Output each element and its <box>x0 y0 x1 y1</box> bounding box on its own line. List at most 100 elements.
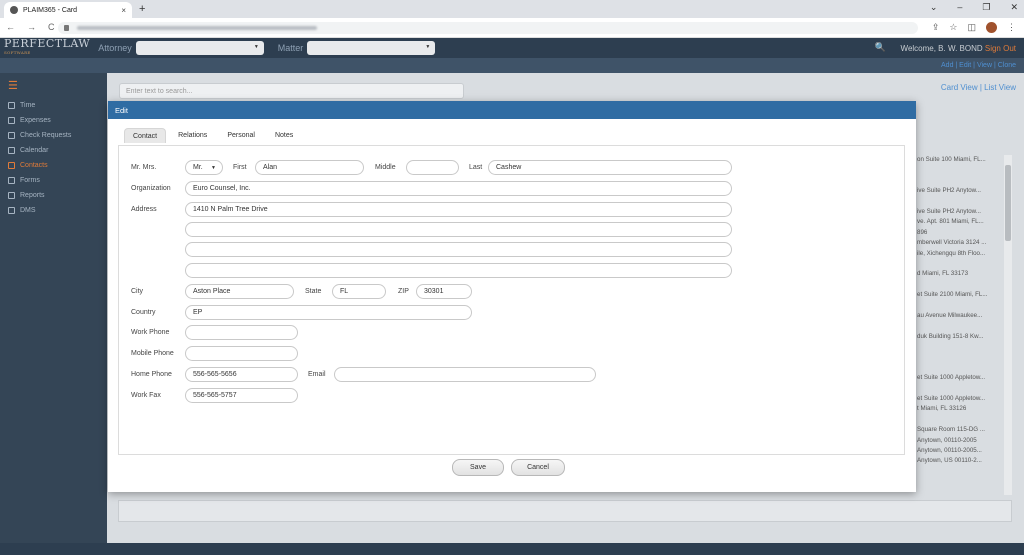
list-item[interactable] <box>916 352 1014 362</box>
list-item[interactable] <box>916 342 1014 352</box>
search-icon[interactable]: 🔍 <box>875 42 886 53</box>
back-button[interactable]: ← <box>6 22 15 32</box>
email-field[interactable] <box>334 367 596 382</box>
list-item[interactable]: ve. Apt. 801 Miami, FL... <box>916 217 1014 227</box>
salutation-select[interactable]: Mr. <box>185 160 223 175</box>
address-label: Address <box>131 206 157 213</box>
organization-field[interactable]: Euro Counsel, Inc. <box>185 181 732 196</box>
minimize-button[interactable]: – <box>957 2 962 13</box>
list-item[interactable] <box>916 280 1014 290</box>
menu-icon[interactable]: ☰ <box>0 73 107 98</box>
welcome-text: Welcome, B. W. BOND Sign Out <box>900 44 1016 53</box>
list-item[interactable]: t Miami, FL 33126 <box>916 404 1014 414</box>
tab-contact[interactable]: Contact <box>124 128 167 143</box>
list-item[interactable] <box>916 363 1014 373</box>
contacts-search-input[interactable]: Enter text to search... <box>119 83 464 99</box>
sidebar-item-contacts[interactable]: Contacts <box>0 158 107 173</box>
list-scrollbar[interactable] <box>1004 155 1012 495</box>
url-text-blurred <box>77 26 317 30</box>
hourglass-icon <box>8 102 15 109</box>
mobile-phone-field[interactable] <box>185 346 298 361</box>
scrollbar-thumb[interactable] <box>1005 165 1011 241</box>
sidebar-item-check-requests[interactable]: Check Requests <box>0 128 107 143</box>
list-item[interactable]: d Miami, FL 33173 <box>916 269 1014 279</box>
address-line-1-field[interactable]: 1410 N Palm Tree Drive <box>185 202 732 217</box>
side-panel-icon[interactable]: ◫ <box>967 22 976 33</box>
list-item[interactable]: ive Suite PH2 Anytow... <box>916 186 1014 196</box>
sidebar-item-time[interactable]: Time <box>0 98 107 113</box>
attorney-label: Attorney <box>98 43 132 53</box>
profile-avatar[interactable] <box>986 22 997 33</box>
attorney-select[interactable] <box>135 41 264 55</box>
list-item[interactable]: 896 <box>916 228 1014 238</box>
list-item[interactable]: Anytown, US 00110-2... <box>916 456 1014 466</box>
list-item[interactable]: Anytown, 00110-2005... <box>916 446 1014 456</box>
forward-button[interactable]: → <box>27 22 36 32</box>
view-toggle-links[interactable]: Card View | List View <box>941 83 1016 92</box>
address-line-3-field[interactable] <box>185 242 732 257</box>
sidebar-item-dms[interactable]: DMS <box>0 203 107 218</box>
list-item[interactable] <box>916 176 1014 186</box>
tab-relations[interactable]: Relations <box>170 128 215 143</box>
last-name-field[interactable]: Cashew <box>488 160 732 175</box>
list-item[interactable]: mberwell Victoria 3124 ... <box>916 238 1014 248</box>
list-item[interactable]: au Avenue Milwaukee... <box>916 311 1014 321</box>
city-field[interactable]: Aston Place <box>185 284 294 299</box>
list-item[interactable]: on Suite 100 Miami, FL... <box>916 155 1014 165</box>
list-item[interactable]: et Suite 1000 Appletow... <box>916 394 1014 404</box>
state-label: State <box>305 288 322 295</box>
address-line-2-field[interactable] <box>185 222 732 237</box>
list-item[interactable]: et Suite 2100 Miami, FL... <box>916 290 1014 300</box>
list-item[interactable]: Anytown, 00110-2005 <box>916 436 1014 446</box>
money-icon <box>8 117 15 124</box>
new-tab-button[interactable]: + <box>139 3 145 15</box>
work-fax-field[interactable]: 556-565-5757 <box>185 388 298 403</box>
url-field[interactable] <box>58 22 918 34</box>
app-header: PERFECTLAW SOFTWARE Attorney Matter 🔍 We… <box>0 38 1024 58</box>
list-item[interactable]: Square Room 115-DG ... <box>916 425 1014 435</box>
home-phone-field[interactable]: 556-565-5656 <box>185 367 298 382</box>
sign-out-link[interactable]: Sign Out <box>985 44 1016 53</box>
save-button[interactable]: Save <box>452 459 504 476</box>
zip-field[interactable]: 30301 <box>416 284 472 299</box>
list-item[interactable] <box>916 300 1014 310</box>
share-icon[interactable]: ⇪ <box>932 22 940 33</box>
zip-label: ZIP <box>398 288 409 295</box>
tab-notes[interactable]: Notes <box>267 128 301 143</box>
middle-name-field[interactable] <box>406 160 459 175</box>
sidebar-item-forms[interactable]: Forms <box>0 173 107 188</box>
list-item[interactable]: et Suite 1000 Appletow... <box>916 373 1014 383</box>
list-item[interactable] <box>916 321 1014 331</box>
country-label: Country <box>131 309 156 316</box>
sidebar-item-reports[interactable]: Reports <box>0 188 107 203</box>
sidebar-item-expenses[interactable]: Expenses <box>0 113 107 128</box>
list-item[interactable]: duk Building 151-8 Kw... <box>916 332 1014 342</box>
sidebar-item-calendar[interactable]: Calendar <box>0 143 107 158</box>
cancel-button[interactable]: Cancel <box>511 459 565 476</box>
list-item[interactable] <box>916 165 1014 175</box>
close-tab-icon[interactable]: × <box>121 6 126 15</box>
list-item[interactable] <box>916 384 1014 394</box>
browser-menu-icon[interactable]: ⋮ <box>1007 22 1016 33</box>
list-item[interactable]: ive Suite PH2 Anytow... <box>916 207 1014 217</box>
tab-search-icon[interactable]: ⌄ <box>930 2 938 13</box>
check-icon <box>8 132 15 139</box>
list-item[interactable] <box>916 415 1014 425</box>
address-line-4-field[interactable] <box>185 263 732 278</box>
restore-button[interactable]: ❐ <box>982 2 990 13</box>
country-field[interactable]: EP <box>185 305 472 320</box>
matter-select[interactable] <box>307 41 436 55</box>
list-item[interactable] <box>916 197 1014 207</box>
browser-tab[interactable]: PLAIM365 - Card × <box>4 2 132 18</box>
browser-tab-bar: PLAIM365 - Card × + ⌄ – ❐ ✕ <box>0 0 1024 18</box>
tab-personal[interactable]: Personal <box>219 128 263 143</box>
first-name-field[interactable]: Alan <box>255 160 364 175</box>
list-item[interactable] <box>916 259 1014 269</box>
work-phone-field[interactable] <box>185 325 298 340</box>
list-item[interactable]: ile, Xichengqu 8th Floo... <box>916 249 1014 259</box>
record-actions-links[interactable]: Add | Edit | View | Clone <box>941 62 1016 69</box>
bookmark-star-icon[interactable]: ☆ <box>949 22 957 33</box>
close-window-button[interactable]: ✕ <box>1010 2 1018 13</box>
state-field[interactable]: FL <box>332 284 386 299</box>
reload-button[interactable]: C <box>48 22 55 32</box>
